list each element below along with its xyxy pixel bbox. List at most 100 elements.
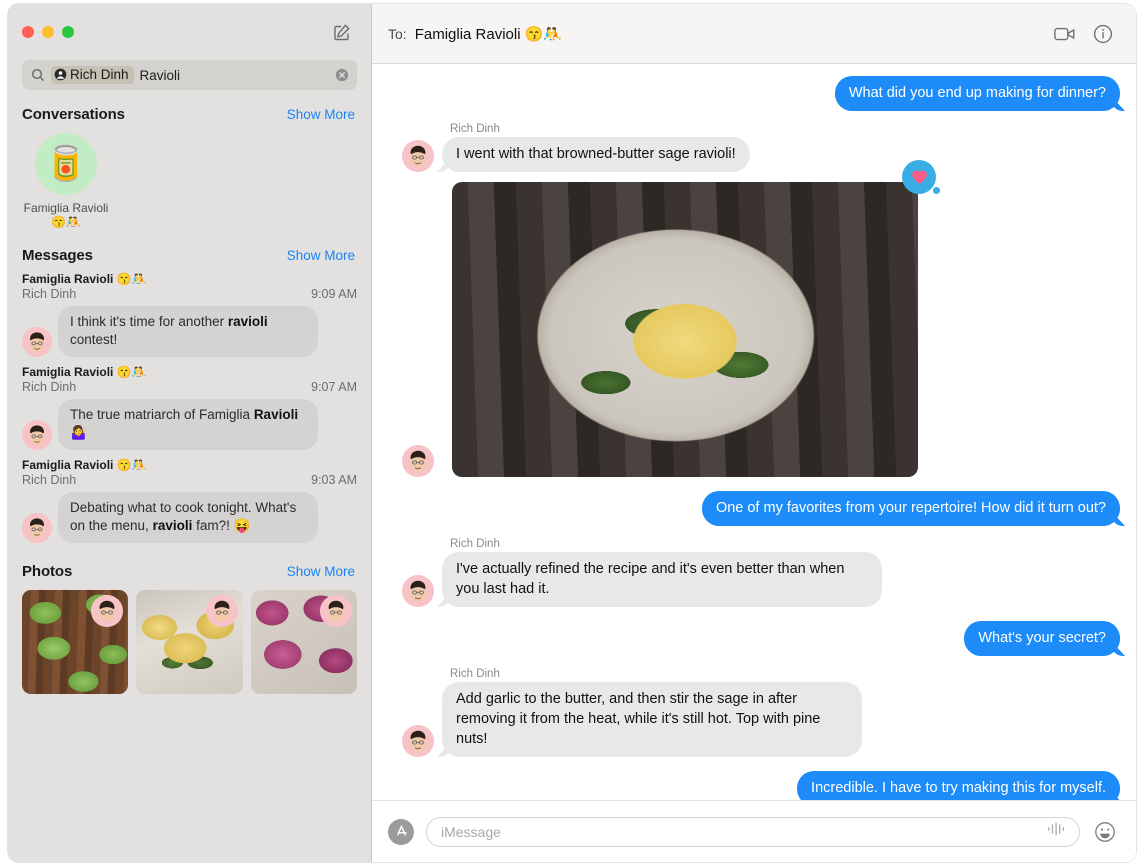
- conversation-tile[interactable]: 🥫 Famiglia Ravioli 😙🤼: [22, 133, 110, 229]
- result-snippet: I think it's time for another ravioli co…: [58, 306, 318, 357]
- window-controls: [22, 26, 74, 38]
- message-group-incoming: Rich Dinh Add garlic to the butter, and …: [388, 668, 1120, 757]
- message-group-incoming: Rich Dinh I've actually refined the reci…: [388, 538, 1120, 607]
- message-row-outgoing: Incredible. I have to try making this fo…: [388, 771, 1120, 800]
- avatar: [319, 595, 352, 627]
- compose-icon[interactable]: [329, 19, 355, 45]
- photos-section-header: Photos Show More: [8, 549, 371, 586]
- result-sender: Rich Dinh: [22, 380, 77, 394]
- result-time: 9:09 AM: [311, 287, 357, 301]
- emoji-smiley-icon[interactable]: [1092, 819, 1118, 845]
- snippet-after: 🤷‍♀️: [70, 425, 87, 440]
- audio-waveform-icon[interactable]: [1047, 821, 1067, 842]
- search-query-text: Ravioli: [139, 67, 181, 83]
- message-bubble-outgoing[interactable]: What did you end up making for dinner?: [834, 76, 1120, 111]
- message-thread: What did you end up making for dinner? R…: [372, 64, 1136, 800]
- message-sender-name: Rich Dinh: [450, 123, 500, 135]
- search-token-contact[interactable]: Rich Dinh: [51, 66, 134, 84]
- result-sender: Rich Dinh: [22, 473, 77, 487]
- messages-section-header: Messages Show More: [8, 235, 371, 270]
- conversations-show-more[interactable]: Show More: [287, 107, 355, 122]
- info-circle-icon[interactable]: [1088, 19, 1118, 49]
- photos-show-more[interactable]: Show More: [287, 564, 355, 579]
- message-sender-name: Rich Dinh: [450, 538, 500, 550]
- minimize-button[interactable]: [42, 26, 54, 38]
- photo-thumbnail[interactable]: [136, 590, 243, 694]
- tapback-heart-icon[interactable]: [902, 160, 940, 194]
- avatar: [402, 575, 434, 607]
- clear-circle-icon[interactable]: [335, 68, 349, 82]
- messages-show-more[interactable]: Show More: [287, 248, 355, 263]
- conversation-pane: To: Famiglia Ravioli 😙🤼 What did you end…: [372, 4, 1136, 862]
- message-sender-name: Rich Dinh: [450, 668, 500, 680]
- photo-message-wrapper: [452, 160, 940, 477]
- avatar: [22, 513, 52, 543]
- contact-person-icon: [54, 68, 67, 81]
- close-button[interactable]: [22, 26, 34, 38]
- imessage-input[interactable]: iMessage: [426, 816, 1080, 847]
- snippet-after: fam?! 😝: [192, 518, 251, 533]
- message-row-outgoing: What did you end up making for dinner?: [388, 76, 1120, 111]
- photos-title: Photos: [22, 563, 73, 580]
- message-composer: iMessage: [372, 800, 1136, 862]
- conversations-title: Conversations: [22, 106, 125, 123]
- snippet-match: ravioli: [227, 314, 268, 329]
- chat-header: To: Famiglia Ravioli 😙🤼: [372, 4, 1136, 64]
- snippet-after: contest!: [70, 332, 118, 347]
- message-row-outgoing: What's your secret?: [388, 621, 1120, 656]
- avatar: [91, 595, 124, 627]
- message-bubble-outgoing[interactable]: What's your secret?: [964, 621, 1120, 656]
- to-label: To:: [388, 25, 407, 42]
- avatar: [22, 420, 52, 450]
- search-input[interactable]: Rich Dinh Ravioli: [22, 60, 357, 90]
- search-icon: [31, 68, 45, 82]
- snippet-match: ravioli: [152, 518, 193, 533]
- result-group-name: Famiglia Ravioli 😙🤼: [22, 272, 147, 286]
- result-group-name: Famiglia Ravioli 😙🤼: [22, 458, 147, 472]
- imessage-placeholder: iMessage: [441, 823, 501, 840]
- messages-window: Rich Dinh Ravioli Conversations Show Mor…: [8, 4, 1136, 862]
- list-item[interactable]: Famiglia Ravioli 😙🤼 Rich Dinh 9:03 AM De…: [8, 456, 371, 549]
- photo-thumbnail[interactable]: [22, 590, 129, 694]
- message-bubble-outgoing[interactable]: Incredible. I have to try making this fo…: [797, 771, 1120, 800]
- result-snippet: Debating what to cook tonight. What's on…: [58, 492, 318, 543]
- conversation-name: Famiglia Ravioli 😙🤼: [23, 201, 109, 229]
- result-time: 9:07 AM: [311, 380, 357, 394]
- list-item[interactable]: Famiglia Ravioli 😙🤼 Rich Dinh 9:07 AM Th…: [8, 363, 371, 456]
- message-group-photo: [388, 160, 1120, 477]
- result-snippet: The true matriarch of Famiglia Ravioli 🤷…: [58, 399, 318, 450]
- conversations-section-header: Conversations Show More: [8, 102, 371, 129]
- message-group-incoming: Rich Dinh I went with that browned-butte…: [388, 123, 1120, 172]
- message-bubble-outgoing[interactable]: One of my favorites from your repertoire…: [701, 491, 1120, 526]
- app-store-icon[interactable]: [388, 818, 414, 845]
- result-group-name: Famiglia Ravioli 😙🤼: [22, 365, 147, 379]
- conversations-list: 🥫 Famiglia Ravioli 😙🤼: [8, 129, 371, 235]
- sidebar-titlebar: [8, 4, 371, 60]
- zoom-button[interactable]: [62, 26, 74, 38]
- sidebar-results: Conversations Show More 🥫 Famiglia Ravio…: [8, 102, 371, 862]
- sidebar: Rich Dinh Ravioli Conversations Show Mor…: [8, 4, 372, 862]
- message-bubble-incoming[interactable]: Add garlic to the butter, and then stir …: [442, 682, 862, 757]
- snippet-before: I think it's time for another: [70, 314, 228, 329]
- photos-list: [8, 586, 371, 704]
- list-item[interactable]: Famiglia Ravioli 😙🤼 Rich Dinh 9:09 AM I …: [8, 270, 371, 363]
- result-sender: Rich Dinh: [22, 287, 77, 301]
- video-camera-icon[interactable]: [1050, 19, 1080, 49]
- message-bubble-incoming[interactable]: I've actually refined the recipe and it'…: [442, 552, 882, 607]
- avatar: [205, 595, 238, 627]
- recipient-name[interactable]: Famiglia Ravioli 😙🤼: [415, 25, 562, 43]
- photo-thumbnail[interactable]: [250, 590, 357, 694]
- photo-message[interactable]: [452, 182, 918, 477]
- snippet-match: Ravioli: [253, 407, 299, 422]
- avatar: [22, 327, 52, 357]
- avatar: [402, 445, 434, 477]
- messages-title: Messages: [22, 247, 93, 264]
- message-bubble-incoming[interactable]: I went with that browned-butter sage rav…: [442, 137, 750, 172]
- avatar: [402, 725, 434, 757]
- conversation-avatar: 🥫: [35, 133, 97, 195]
- result-time: 9:03 AM: [311, 473, 357, 487]
- search-token-label: Rich Dinh: [70, 67, 129, 82]
- search-container: Rich Dinh Ravioli: [8, 60, 371, 102]
- avatar: [402, 140, 434, 172]
- message-row-outgoing: One of my favorites from your repertoire…: [388, 491, 1120, 526]
